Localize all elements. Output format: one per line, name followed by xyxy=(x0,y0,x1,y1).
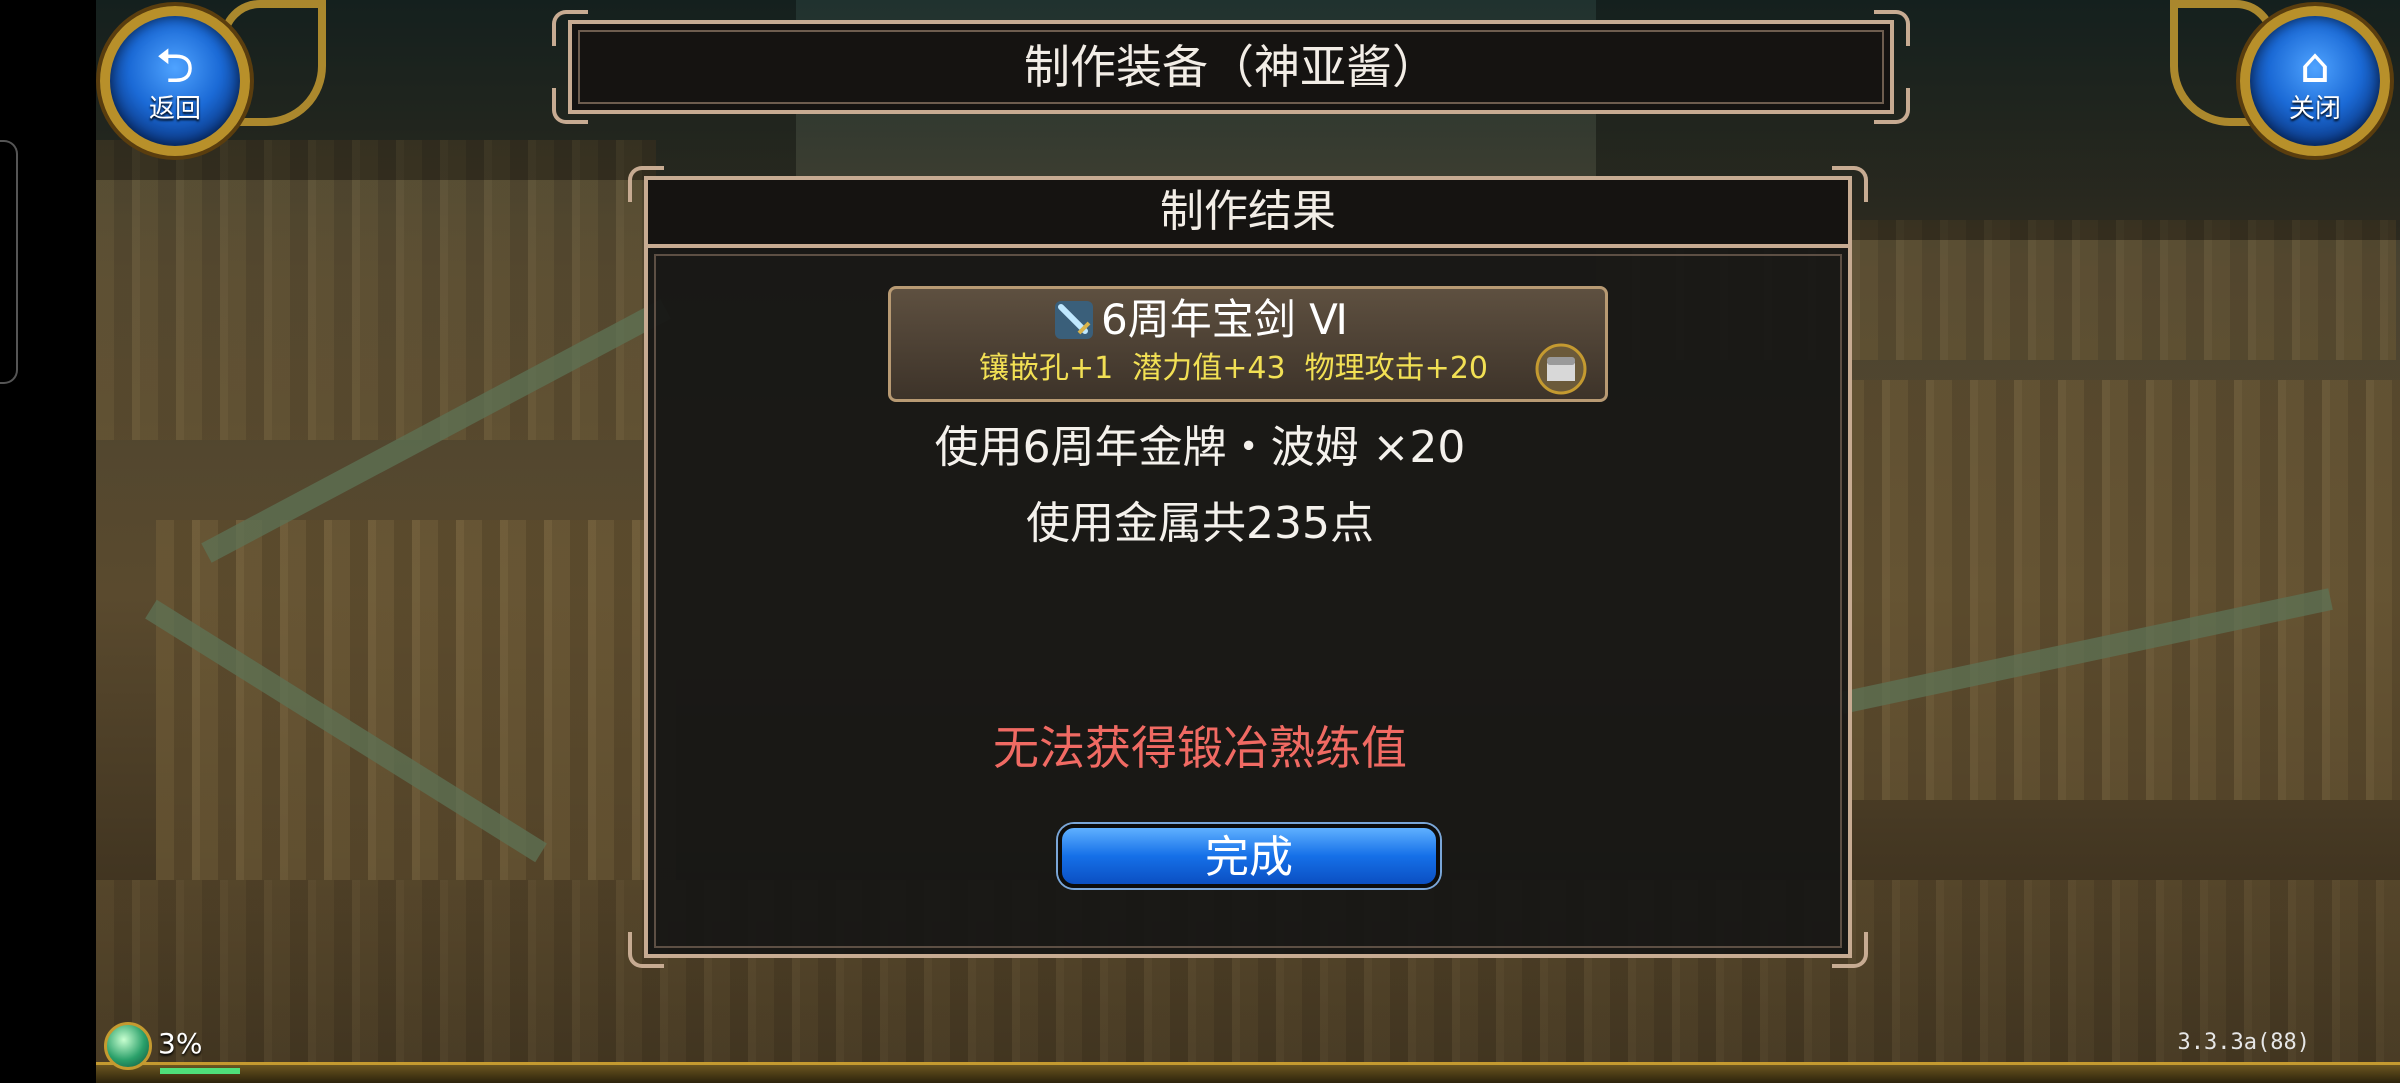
dialog-header: 制作结果 xyxy=(628,166,1868,248)
back-arrow-icon: ⮌ xyxy=(155,38,195,94)
dialog-title: 制作结果 xyxy=(1160,186,1336,237)
material-usage-line: 使用6周年金牌・波姆 ×20 xyxy=(934,422,1466,473)
window-title-bar: 制作装备（神亚酱） xyxy=(552,10,1910,124)
experience-bar-fill xyxy=(160,1068,240,1074)
warning-message: 无法获得锻冶熟练值 xyxy=(993,721,1407,775)
experience-percent: 3% xyxy=(158,1027,203,1060)
metal-usage-line: 使用金属共235点 xyxy=(1026,498,1374,549)
close-button-label: 关闭 xyxy=(2288,94,2341,124)
back-button[interactable]: ⮌ 返回 xyxy=(100,6,250,156)
item-stats: 镶嵌孔+1 潜力值+43 物理攻击+20 xyxy=(979,351,1488,386)
window-title: 制作装备（神亚酱） xyxy=(1024,40,1438,94)
bezel-notch xyxy=(0,140,18,384)
sword-icon xyxy=(1055,301,1093,339)
home-icon: ⌂ xyxy=(2299,38,2331,94)
version-label: 3.3.3a(88) xyxy=(2177,1030,2310,1055)
chest-icon xyxy=(1535,343,1587,395)
item-name: 6周年宝剑 Ⅵ xyxy=(1101,295,1348,344)
globe-icon[interactable] xyxy=(104,1022,152,1070)
back-button-label: 返回 xyxy=(148,94,201,124)
crafted-item-card[interactable]: 6周年宝剑 Ⅵ 镶嵌孔+1 潜力值+43 物理攻击+20 xyxy=(888,286,1608,402)
done-button[interactable]: 完成 xyxy=(1058,824,1440,888)
close-button[interactable]: ⌂ 关闭 xyxy=(2240,6,2390,156)
